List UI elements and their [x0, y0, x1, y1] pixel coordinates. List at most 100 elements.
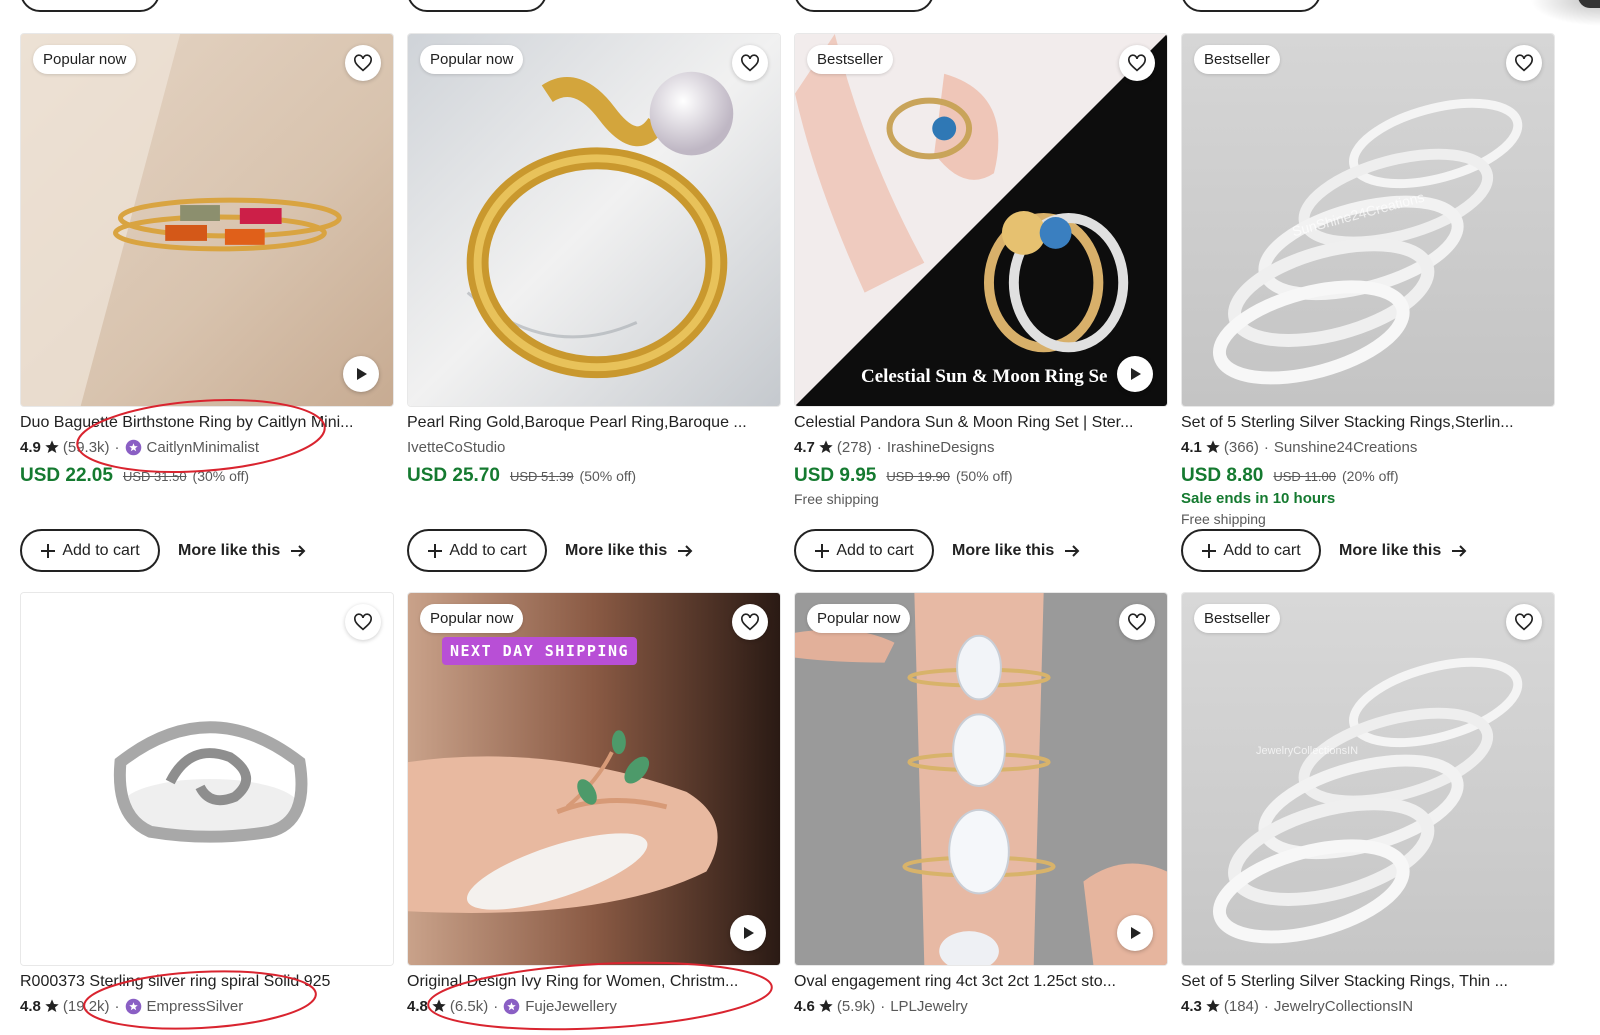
listing-image[interactable]: Popular now — [20, 33, 394, 407]
previous-row-cart-button[interactable] — [20, 0, 160, 12]
listing-image[interactable] — [20, 592, 394, 966]
sale-price: USD 22.05 — [20, 465, 113, 486]
shop-name[interactable]: CaitlynMinimalist — [147, 439, 260, 456]
card-actions: Add to cart More like this — [794, 529, 1080, 572]
listing-card[interactable]: R000373 Sterling silver ring spiral Soli… — [20, 592, 394, 1016]
shop-name[interactable]: FujeJewellery — [525, 998, 617, 1015]
listing-image[interactable]: SunShine24Creations Bestseller — [1181, 33, 1555, 407]
separator-dot: · — [493, 997, 499, 1015]
review-count: (366) — [1223, 438, 1259, 456]
listing-card[interactable]: Popular now Oval engagement ring 4ct 3ct… — [794, 592, 1168, 1016]
listing-image[interactable]: JewelryCollectionsIN Bestseller — [1181, 592, 1555, 966]
shop-name[interactable]: Sunshine24Creations — [1274, 439, 1417, 456]
listing-title[interactable]: Duo Baguette Birthstone Ring by Caitlyn … — [20, 413, 394, 433]
listing-meta: 4.7 (278) · IrashineDesigns — [794, 437, 1168, 457]
heart-icon — [1128, 54, 1146, 72]
discount-label: (20% off) — [1342, 468, 1399, 484]
listing-card[interactable]: Celestial Sun & Moon Ring Se Bestseller … — [794, 33, 1168, 572]
listing-title[interactable]: Original Design Ivy Ring for Women, Chri… — [407, 972, 781, 992]
favorite-button[interactable] — [1119, 45, 1155, 81]
popular-badge: Popular now — [33, 45, 137, 74]
ring-photo — [1182, 593, 1554, 965]
heart-icon — [741, 613, 759, 631]
more-like-this-link[interactable]: More like this — [952, 542, 1080, 560]
listing-title[interactable]: Oval engagement ring 4ct 3ct 2ct 1.25ct … — [794, 972, 1168, 992]
original-price: USD 11.00 — [1273, 469, 1337, 484]
arrow-right-icon — [677, 544, 693, 558]
star-icon — [44, 998, 60, 1014]
rating-value: 4.9 — [20, 438, 41, 456]
popular-badge: Popular now — [420, 604, 524, 633]
listing-title[interactable]: Pearl Ring Gold,Baroque Pearl Ring,Baroq… — [407, 413, 781, 433]
review-count: (59.3k) — [62, 438, 110, 456]
star-icon — [818, 439, 834, 455]
play-video-button[interactable] — [1117, 915, 1153, 951]
listing-image[interactable]: Popular now — [407, 33, 781, 407]
arrow-right-icon — [1451, 544, 1467, 558]
listing-image[interactable]: Celestial Sun & Moon Ring Se Bestseller — [794, 33, 1168, 407]
listing-image[interactable]: NEXT DAY SHIPPING Popular now — [407, 592, 781, 966]
favorite-button[interactable] — [345, 45, 381, 81]
separator-dot: · — [1263, 997, 1269, 1015]
add-to-cart-button[interactable]: Add to cart — [1181, 529, 1321, 572]
favorite-button[interactable] — [1506, 604, 1542, 640]
review-count: (5.9k) — [836, 997, 876, 1015]
listing-title[interactable]: Set of 5 Sterling Silver Stacking Rings,… — [1181, 972, 1555, 992]
ring-photo — [1182, 34, 1554, 406]
listing-card[interactable]: Popular now Duo Baguette Birthstone Ring… — [20, 33, 394, 572]
separator-dot: · — [1263, 438, 1269, 456]
shop-name[interactable]: LPLJewelry — [890, 998, 968, 1015]
star-seller-icon — [125, 439, 142, 456]
sale-price: USD 25.70 — [407, 465, 500, 486]
more-like-this-link[interactable]: More like this — [178, 542, 306, 560]
discount-label: (50% off) — [579, 468, 637, 484]
star-icon — [818, 998, 834, 1014]
play-video-button[interactable] — [343, 356, 379, 392]
favorite-button[interactable] — [732, 45, 768, 81]
separator-dot: · — [880, 997, 886, 1015]
listing-card[interactable]: SunShine24Creations Bestseller Set of 5 … — [1181, 33, 1555, 572]
add-to-cart-button[interactable]: Add to cart — [20, 529, 160, 572]
shop-name[interactable]: EmpressSilver — [147, 998, 244, 1015]
listing-title[interactable]: Celestial Pandora Sun & Moon Ring Set | … — [794, 413, 1168, 433]
ring-photo — [795, 593, 1167, 965]
free-shipping-label: Free shipping — [1181, 511, 1266, 527]
star-seller-icon — [125, 998, 142, 1015]
separator-dot: · — [876, 438, 882, 456]
favorite-button[interactable] — [345, 604, 381, 640]
rating-value: 4.8 — [20, 997, 41, 1015]
bestseller-badge: Bestseller — [807, 45, 893, 74]
listing-image[interactable]: Popular now — [794, 592, 1168, 966]
listing-title[interactable]: R000373 Sterling silver ring spiral Soli… — [20, 972, 394, 992]
previous-row-cart-button[interactable] — [1181, 0, 1321, 12]
favorite-button[interactable] — [1506, 45, 1542, 81]
shop-name[interactable]: JewelryCollectionsIN — [1274, 998, 1413, 1015]
shop-name[interactable]: IrashineDesigns — [887, 439, 995, 456]
shop-name[interactable]: IvetteCoStudio — [407, 439, 505, 456]
favorite-button[interactable] — [1119, 604, 1155, 640]
play-video-button[interactable] — [1117, 356, 1153, 392]
discount-label: (50% off) — [955, 468, 1013, 484]
heart-icon — [1515, 613, 1533, 631]
play-icon — [357, 368, 367, 380]
card-actions: Add to cart More like this — [407, 529, 693, 572]
play-video-button[interactable] — [730, 915, 766, 951]
listing-card[interactable]: JewelryCollectionsIN Bestseller Set of 5… — [1181, 592, 1555, 1016]
ring-photo — [21, 593, 393, 965]
more-like-this-link[interactable]: More like this — [1339, 542, 1467, 560]
rating-value: 4.8 — [407, 997, 428, 1015]
listing-card[interactable]: NEXT DAY SHIPPING Popular now Original D… — [407, 592, 781, 1016]
plus-icon — [814, 543, 830, 559]
more-like-this-link[interactable]: More like this — [565, 542, 693, 560]
previous-row-cart-button[interactable] — [407, 0, 547, 12]
heart-icon — [1515, 54, 1533, 72]
favorite-button[interactable] — [732, 604, 768, 640]
add-to-cart-button[interactable]: Add to cart — [407, 529, 547, 572]
add-to-cart-label: Add to cart — [62, 541, 140, 559]
add-to-cart-button[interactable]: Add to cart — [794, 529, 934, 572]
previous-row-cart-button[interactable] — [794, 0, 934, 12]
arrow-right-icon — [1064, 544, 1080, 558]
listing-title[interactable]: Set of 5 Sterling Silver Stacking Rings,… — [1181, 413, 1555, 433]
listing-card[interactable]: Popular now Pearl Ring Gold,Baroque Pear… — [407, 33, 781, 572]
image-caption: Celestial Sun & Moon Ring Se — [861, 366, 1108, 387]
